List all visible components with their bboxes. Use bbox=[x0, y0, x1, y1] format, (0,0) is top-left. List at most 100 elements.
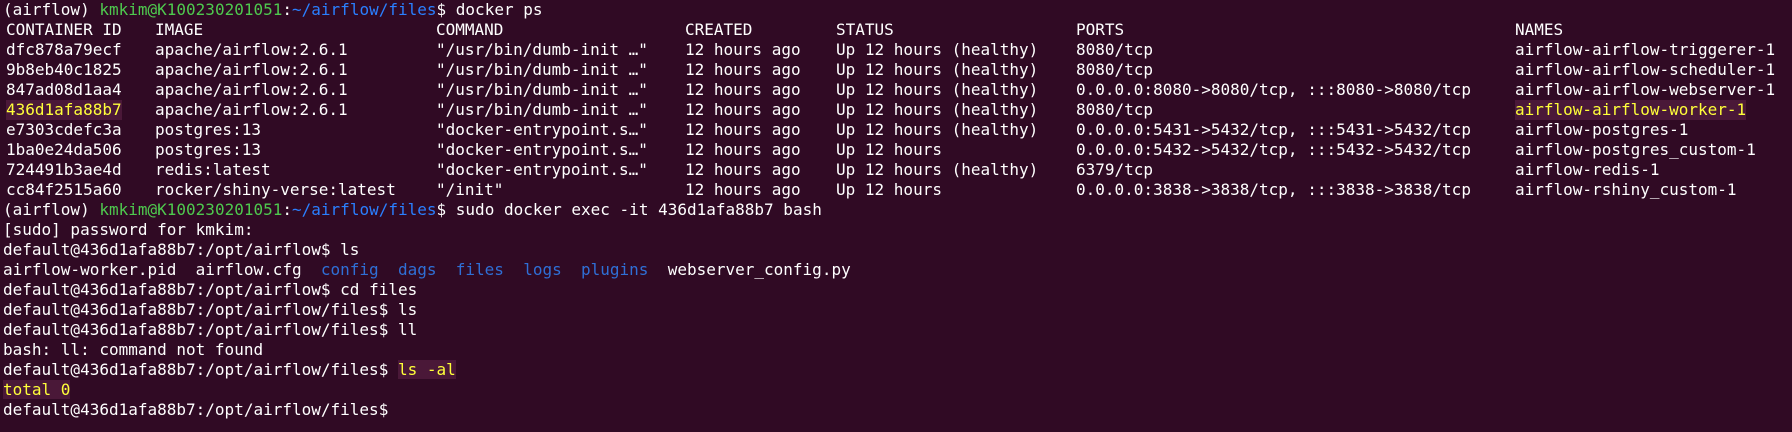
terminal-window[interactable]: (airflow) kmkim@K100230201051:~/airflow/… bbox=[0, 0, 1792, 432]
container-status: Up 12 hours bbox=[836, 180, 942, 199]
sudo-password-line: [sudo] password for kmkim: bbox=[3, 220, 254, 239]
directory-entry: logs bbox=[523, 260, 562, 279]
container-image: postgres:13 bbox=[155, 120, 261, 139]
file-entry: webserver_config.py bbox=[667, 260, 851, 279]
container-path: :/opt/airflow/files bbox=[195, 300, 379, 319]
header-ports: PORTS bbox=[1076, 20, 1125, 39]
container-name: airflow-postgres-1 bbox=[1515, 120, 1689, 139]
container-command: "docker-entrypoint.s…" bbox=[436, 120, 648, 139]
table-row: cc84f2515a60 rocker/shiny-verse:latest "… bbox=[3, 180, 1792, 200]
table-row: e7303cdefc3a postgres:13 "docker-entrypo… bbox=[3, 120, 1792, 140]
container-image: apache/airflow:2.6.1 bbox=[155, 100, 348, 119]
container-created: 12 hours ago bbox=[685, 40, 801, 59]
header-status: STATUS bbox=[836, 20, 894, 39]
container-ports: 8080/tcp bbox=[1076, 100, 1154, 119]
file-entry: airflow.cfg bbox=[195, 260, 302, 279]
container-user-host: default@436d1afa88b7 bbox=[3, 360, 196, 379]
container-command: "/init" bbox=[436, 180, 504, 199]
table-row: dfc878a79ecf apache/airflow:2.6.1 "/usr/… bbox=[3, 40, 1792, 60]
container-user-host: default@436d1afa88b7 bbox=[3, 300, 196, 319]
container-name-highlighted[interactable]: airflow-airflow-worker-1 bbox=[1515, 100, 1747, 120]
container-path: :/opt/airflow bbox=[195, 240, 321, 259]
container-created: 12 hours ago bbox=[685, 160, 801, 179]
total-line: total 0 bbox=[3, 380, 1792, 400]
prompt-dollar: $ bbox=[378, 300, 389, 319]
container-status: Up 12 hours (healthy) bbox=[836, 120, 1039, 139]
container-prompt-line: default@436d1afa88b7:/opt/airflow/files$… bbox=[3, 360, 1792, 380]
prompt-path: ~/airflow/files bbox=[292, 200, 437, 219]
container-path: :/opt/airflow/files bbox=[195, 320, 379, 339]
container-name: airflow-postgres_custom-1 bbox=[1515, 140, 1756, 159]
container-status: Up 12 hours (healthy) bbox=[836, 160, 1039, 179]
container-name: airflow-redis-1 bbox=[1515, 160, 1660, 179]
container-status: Up 12 hours (healthy) bbox=[836, 100, 1039, 119]
container-id: 9b8eb40c1825 bbox=[6, 60, 122, 79]
header-names: NAMES bbox=[1515, 20, 1564, 39]
header-container-id: CONTAINER ID bbox=[6, 20, 122, 39]
container-id: cc84f2515a60 bbox=[6, 180, 122, 199]
prompt-dollar: $ bbox=[320, 240, 331, 259]
command-text-highlighted[interactable]: ls -al bbox=[397, 360, 456, 379]
container-command: "/usr/bin/dumb-init …" bbox=[436, 100, 648, 119]
total-output-highlighted[interactable]: total 0 bbox=[3, 380, 71, 399]
container-image: rocker/shiny-verse:latest bbox=[155, 180, 396, 199]
container-ports: 0.0.0.0:8080->8080/tcp, :::8080->8080/tc… bbox=[1076, 80, 1471, 99]
container-created: 12 hours ago bbox=[685, 60, 801, 79]
container-created: 12 hours ago bbox=[685, 80, 801, 99]
container-image: apache/airflow:2.6.1 bbox=[155, 80, 348, 99]
container-user-host: default@436d1afa88b7 bbox=[3, 400, 196, 419]
command-text: docker ps bbox=[446, 0, 543, 19]
container-user-host: default@436d1afa88b7 bbox=[3, 320, 196, 339]
directory-entry: config bbox=[320, 260, 379, 279]
container-image: postgres:13 bbox=[155, 140, 261, 159]
container-ports: 0.0.0.0:5431->5432/tcp, :::5431->5432/tc… bbox=[1076, 120, 1471, 139]
container-name: airflow-airflow-scheduler-1 bbox=[1515, 60, 1776, 79]
prompt-user-host: kmkim@K100230201051 bbox=[99, 200, 283, 219]
container-prompt-line[interactable]: default@436d1afa88b7:/opt/airflow/files$ bbox=[3, 400, 1792, 420]
header-image: IMAGE bbox=[155, 20, 204, 39]
container-command: "/usr/bin/dumb-init …" bbox=[436, 80, 648, 99]
prompt-line: (airflow) kmkim@K100230201051:~/airflow/… bbox=[3, 0, 1792, 20]
prompt-dollar: $ bbox=[436, 0, 447, 19]
container-path: :/opt/airflow/files bbox=[195, 400, 379, 419]
venv-label: (airflow) bbox=[3, 200, 90, 219]
container-command: "docker-entrypoint.s…" bbox=[436, 140, 648, 159]
header-command: COMMAND bbox=[436, 20, 504, 39]
container-created: 12 hours ago bbox=[685, 140, 801, 159]
container-name: airflow-rshiny_custom-1 bbox=[1515, 180, 1737, 199]
command-text: sudo docker exec -it 436d1afa88b7 bash bbox=[446, 200, 822, 219]
prompt-dollar: $ bbox=[378, 400, 389, 419]
prompt-separator: : bbox=[282, 0, 293, 19]
container-prompt-line: default@436d1afa88b7:/opt/airflow/files$… bbox=[3, 320, 1792, 340]
container-ports: 0.0.0.0:5432->5432/tcp, :::5432->5432/tc… bbox=[1076, 140, 1471, 159]
container-prompt-line: default@436d1afa88b7:/opt/airflow$ cd fi… bbox=[3, 280, 1792, 300]
prompt-dollar: $ bbox=[378, 360, 389, 379]
container-command: "/usr/bin/dumb-init …" bbox=[436, 40, 648, 59]
container-id-highlighted[interactable]: 436d1afa88b7 bbox=[6, 100, 122, 120]
container-path: :/opt/airflow/files bbox=[195, 360, 379, 379]
prompt-line: (airflow) kmkim@K100230201051:~/airflow/… bbox=[3, 200, 1792, 220]
container-created: 12 hours ago bbox=[685, 180, 801, 199]
table-row: 1ba0e24da506 postgres:13 "docker-entrypo… bbox=[3, 140, 1792, 160]
container-ports: 0.0.0.0:3838->3838/tcp, :::3838->3838/tc… bbox=[1076, 180, 1471, 199]
container-status: Up 12 hours (healthy) bbox=[836, 80, 1039, 99]
container-id: 724491b3ae4d bbox=[6, 160, 122, 179]
table-row: 847ad08d1aa4 apache/airflow:2.6.1 "/usr/… bbox=[3, 80, 1792, 100]
command-text: ls bbox=[330, 240, 360, 259]
container-id: 1ba0e24da506 bbox=[6, 140, 122, 159]
container-ports: 8080/tcp bbox=[1076, 60, 1154, 79]
container-image: apache/airflow:2.6.1 bbox=[155, 40, 348, 59]
container-image: apache/airflow:2.6.1 bbox=[155, 60, 348, 79]
container-status: Up 12 hours bbox=[836, 140, 942, 159]
container-id: 847ad08d1aa4 bbox=[6, 80, 122, 99]
container-status: Up 12 hours (healthy) bbox=[836, 60, 1039, 79]
container-created: 12 hours ago bbox=[685, 120, 801, 139]
table-row: 724491b3ae4d redis:latest "docker-entryp… bbox=[3, 160, 1792, 180]
prompt-separator: : bbox=[282, 200, 293, 219]
ls-output-line: airflow-worker.pid airflow.cfg config da… bbox=[3, 260, 1792, 280]
venv-label: (airflow) bbox=[3, 0, 90, 19]
directory-entry: plugins bbox=[580, 260, 649, 279]
container-created: 12 hours ago bbox=[685, 100, 801, 119]
prompt-path: ~/airflow/files bbox=[292, 0, 437, 19]
directory-entry: files bbox=[455, 260, 504, 279]
